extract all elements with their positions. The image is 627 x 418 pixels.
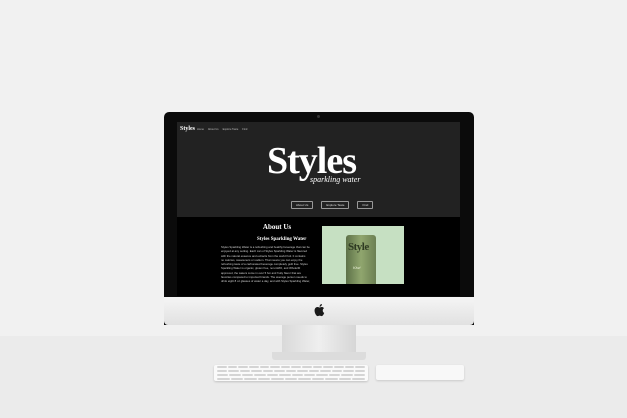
about-us-button[interactable]: About Us: [291, 201, 314, 209]
camera-dot: [317, 115, 320, 118]
keyboard: [214, 365, 368, 381]
nav-logo[interactable]: Styles: [180, 126, 195, 132]
website-screen: Styles Home About Us Explore Taste Find …: [177, 122, 460, 296]
explore-taste-button[interactable]: Explore Taste: [321, 201, 350, 209]
nav-link-find[interactable]: Find: [242, 128, 247, 131]
brand-tagline: sparkling water: [310, 175, 361, 184]
nav-link-explore[interactable]: Explore Taste: [223, 128, 239, 131]
monitor-stand-base: [272, 352, 366, 360]
sparkling-water-can: Style Kiwi: [346, 235, 376, 284]
hero-buttons: About Us Explore Taste Find: [291, 201, 374, 209]
about-body-text: Styles Sparkling Water is a refreshing a…: [221, 245, 333, 284]
nav-link-about[interactable]: About Us: [208, 128, 219, 131]
nav-link-home[interactable]: Home: [197, 128, 204, 131]
monitor-stand: [282, 325, 356, 355]
trackpad: [376, 365, 464, 380]
can-flavor-label: Kiwi: [353, 265, 361, 270]
about-section: About Us Styles Sparkling Water Styles S…: [177, 217, 460, 296]
product-image: Style Kiwi: [322, 226, 404, 284]
can-brand-label: Style: [348, 241, 369, 253]
about-title: About Us: [262, 223, 292, 231]
nav-bar: Home About Us Explore Taste Find: [197, 128, 247, 131]
find-button[interactable]: Find: [357, 201, 374, 209]
apple-logo-icon: [314, 304, 325, 317]
about-subtitle: Styles Sparkling Water: [257, 237, 307, 242]
about-line: drink eight 8 oz glasses of water a day,…: [221, 279, 310, 284]
hero-section: Styles Home About Us Explore Taste Find …: [177, 122, 460, 217]
